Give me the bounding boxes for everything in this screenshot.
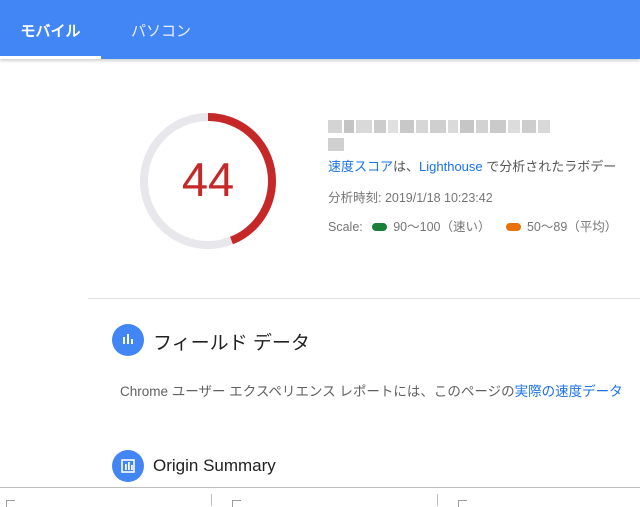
score-description: 速度スコアは、Lighthouse で分析されたラボデー bbox=[328, 156, 616, 175]
column-separator bbox=[437, 494, 438, 506]
summary-chart-icon bbox=[112, 450, 144, 482]
speed-score-link[interactable]: 速度スコア bbox=[328, 159, 393, 174]
scale-label: Scale: bbox=[328, 220, 363, 234]
real-speed-data-link[interactable]: 実際の速度データ bbox=[515, 384, 623, 399]
section-divider bbox=[88, 298, 640, 299]
tab-mobile[interactable]: モバイル bbox=[0, 0, 101, 59]
average-dot-icon bbox=[505, 222, 521, 231]
tab-desktop[interactable]: パソコン bbox=[101, 0, 221, 59]
scale-fast: 90～100（速い） bbox=[393, 220, 491, 234]
desc-rest: で分析されたラボデー bbox=[482, 159, 617, 174]
column-separator bbox=[211, 494, 212, 506]
tab-bar: モバイル パソコン bbox=[0, 0, 640, 59]
field-data-title: フィールド データ bbox=[153, 333, 310, 354]
fast-dot-icon bbox=[372, 222, 388, 231]
field-data-text: Chrome ユーザー エクスペリエンス レポートには、このページの bbox=[120, 384, 515, 399]
bar-chart-icon bbox=[112, 324, 144, 356]
blurred-url bbox=[328, 120, 560, 151]
lighthouse-link[interactable]: Lighthouse bbox=[419, 159, 483, 174]
score-value: 44 bbox=[181, 153, 235, 206]
bottom-border bbox=[0, 487, 640, 488]
scale-legend: Scale: 90～100（速い） 50～89（平均） bbox=[328, 216, 617, 235]
field-data-description: Chrome ユーザー エクスペリエンス レポートには、このページの実際の速度デ… bbox=[120, 380, 623, 400]
desc-particle: は、 bbox=[393, 159, 420, 174]
origin-summary-title: Origin Summary bbox=[153, 456, 276, 475]
active-tab-indicator bbox=[0, 56, 101, 59]
analysis-time: 分析時刻: 2019/1/18 10:23:42 bbox=[328, 191, 493, 205]
scale-average: 50～89（平均） bbox=[526, 220, 618, 234]
